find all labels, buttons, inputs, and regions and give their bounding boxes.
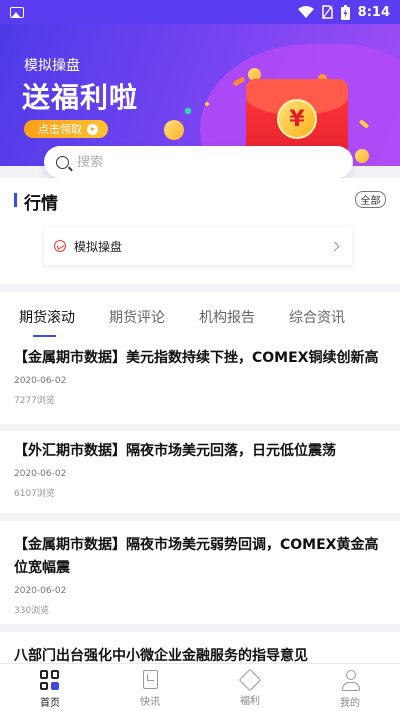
gift-icon [238,668,262,692]
simulated-trading-card[interactable]: 模拟操盘 [44,227,352,265]
news-title: 八部门出台强化中小微企业金融服务的指导意见 [14,648,308,663]
confetti-decoration [184,107,192,115]
banner-subtitle: 模拟操盘 [24,58,80,74]
wifi-icon [297,6,314,18]
search-input[interactable] [77,154,341,170]
news-title: 【金属期市数据】隔夜市场美元弱势回调，COMEX黄金高位宽幅震 [14,537,379,576]
confetti-decoration [205,102,209,106]
status-bar: 8:14 [0,0,400,24]
news-flash-icon [142,670,158,689]
tab-institution-reports[interactable]: 机构报告 [199,307,255,327]
chevron-right-icon [329,241,340,251]
view-all-button[interactable]: 全部 [355,191,386,208]
coin-decoration [164,120,184,140]
tab-label: 期货评论 [109,310,165,326]
bottom-nav: 首页 快讯 福利 我的 [0,663,400,711]
promo-banner[interactable]: ¥ 模拟操盘 送福利啦 点击领取 [0,24,400,166]
play-icon [87,123,98,135]
news-views: 6107浏览 [14,489,55,499]
image-icon [10,6,24,18]
nav-news-flash[interactable]: 快讯 [100,664,200,711]
home-grid-icon [40,670,60,690]
nav-label: 快讯 [140,697,160,708]
news-date: 2020-06-02 [14,376,67,386]
nav-profile[interactable]: 我的 [300,664,400,711]
tab-label: 综合资讯 [289,310,345,326]
news-views: 330浏览 [14,606,50,616]
news-title: 【外汇期市数据】隔夜市场美元回落，日元低位震荡 [14,443,336,459]
news-views: 7277浏览 [14,396,55,406]
news-date: 2020-06-02 [14,469,67,479]
news-title: 【金属期市数据】美元指数持续下挫，COMEX铜续创新高 [14,350,379,366]
market-title: 行情 [24,194,58,214]
nav-label: 福利 [240,696,260,707]
battery-charging-icon [340,4,350,20]
news-tabs: 期货滚动 期货评论 机构报告 综合资讯 [0,292,400,340]
news-item[interactable]: 【金属期市数据】隔夜市场美元弱势回调，COMEX黄金高位宽幅震 2020-06-… [0,521,400,624]
status-time: 8:14 [357,4,390,20]
news-item[interactable]: 【金属期市数据】美元指数持续下挫，COMEX铜续创新高 2020-06-02 7… [0,340,400,424]
simulated-trading-label: 模拟操盘 [74,239,123,254]
search-icon [56,155,69,169]
tab-futures-rolling[interactable]: 期货滚动 [19,307,75,327]
nav-label: 我的 [340,698,360,709]
profile-icon [340,670,360,691]
nav-welfare[interactable]: 福利 [200,664,300,711]
news-date: 2020-06-02 [14,586,67,596]
nav-label: 首页 [40,698,60,709]
section-accent-bar [14,193,17,207]
claim-button-label: 点击领取 [38,123,82,136]
coin-decoration [355,149,369,163]
yuan-coin-icon: ¥ [277,99,317,139]
tab-label: 机构报告 [199,310,255,326]
news-item[interactable]: 【外汇期市数据】隔夜市场美元回落，日元低位震荡 2020-06-02 6107浏… [0,431,400,513]
market-section: 行情 全部 模拟操盘 [0,178,400,284]
tab-general-news[interactable]: 综合资讯 [289,307,345,327]
trend-chart-icon [54,240,66,252]
search-bar[interactable] [44,146,353,178]
no-sim-icon [321,5,333,19]
tab-label: 期货滚动 [19,310,75,326]
claim-button[interactable]: 点击领取 [24,120,108,138]
active-tab-indicator [33,335,56,337]
news-item[interactable]: 八部门出台强化中小微企业金融服务的指导意见 [0,632,400,663]
tab-futures-commentary[interactable]: 期货评论 [109,307,165,327]
banner-title: 送福利啦 [22,81,139,114]
nav-home[interactable]: 首页 [0,664,100,711]
